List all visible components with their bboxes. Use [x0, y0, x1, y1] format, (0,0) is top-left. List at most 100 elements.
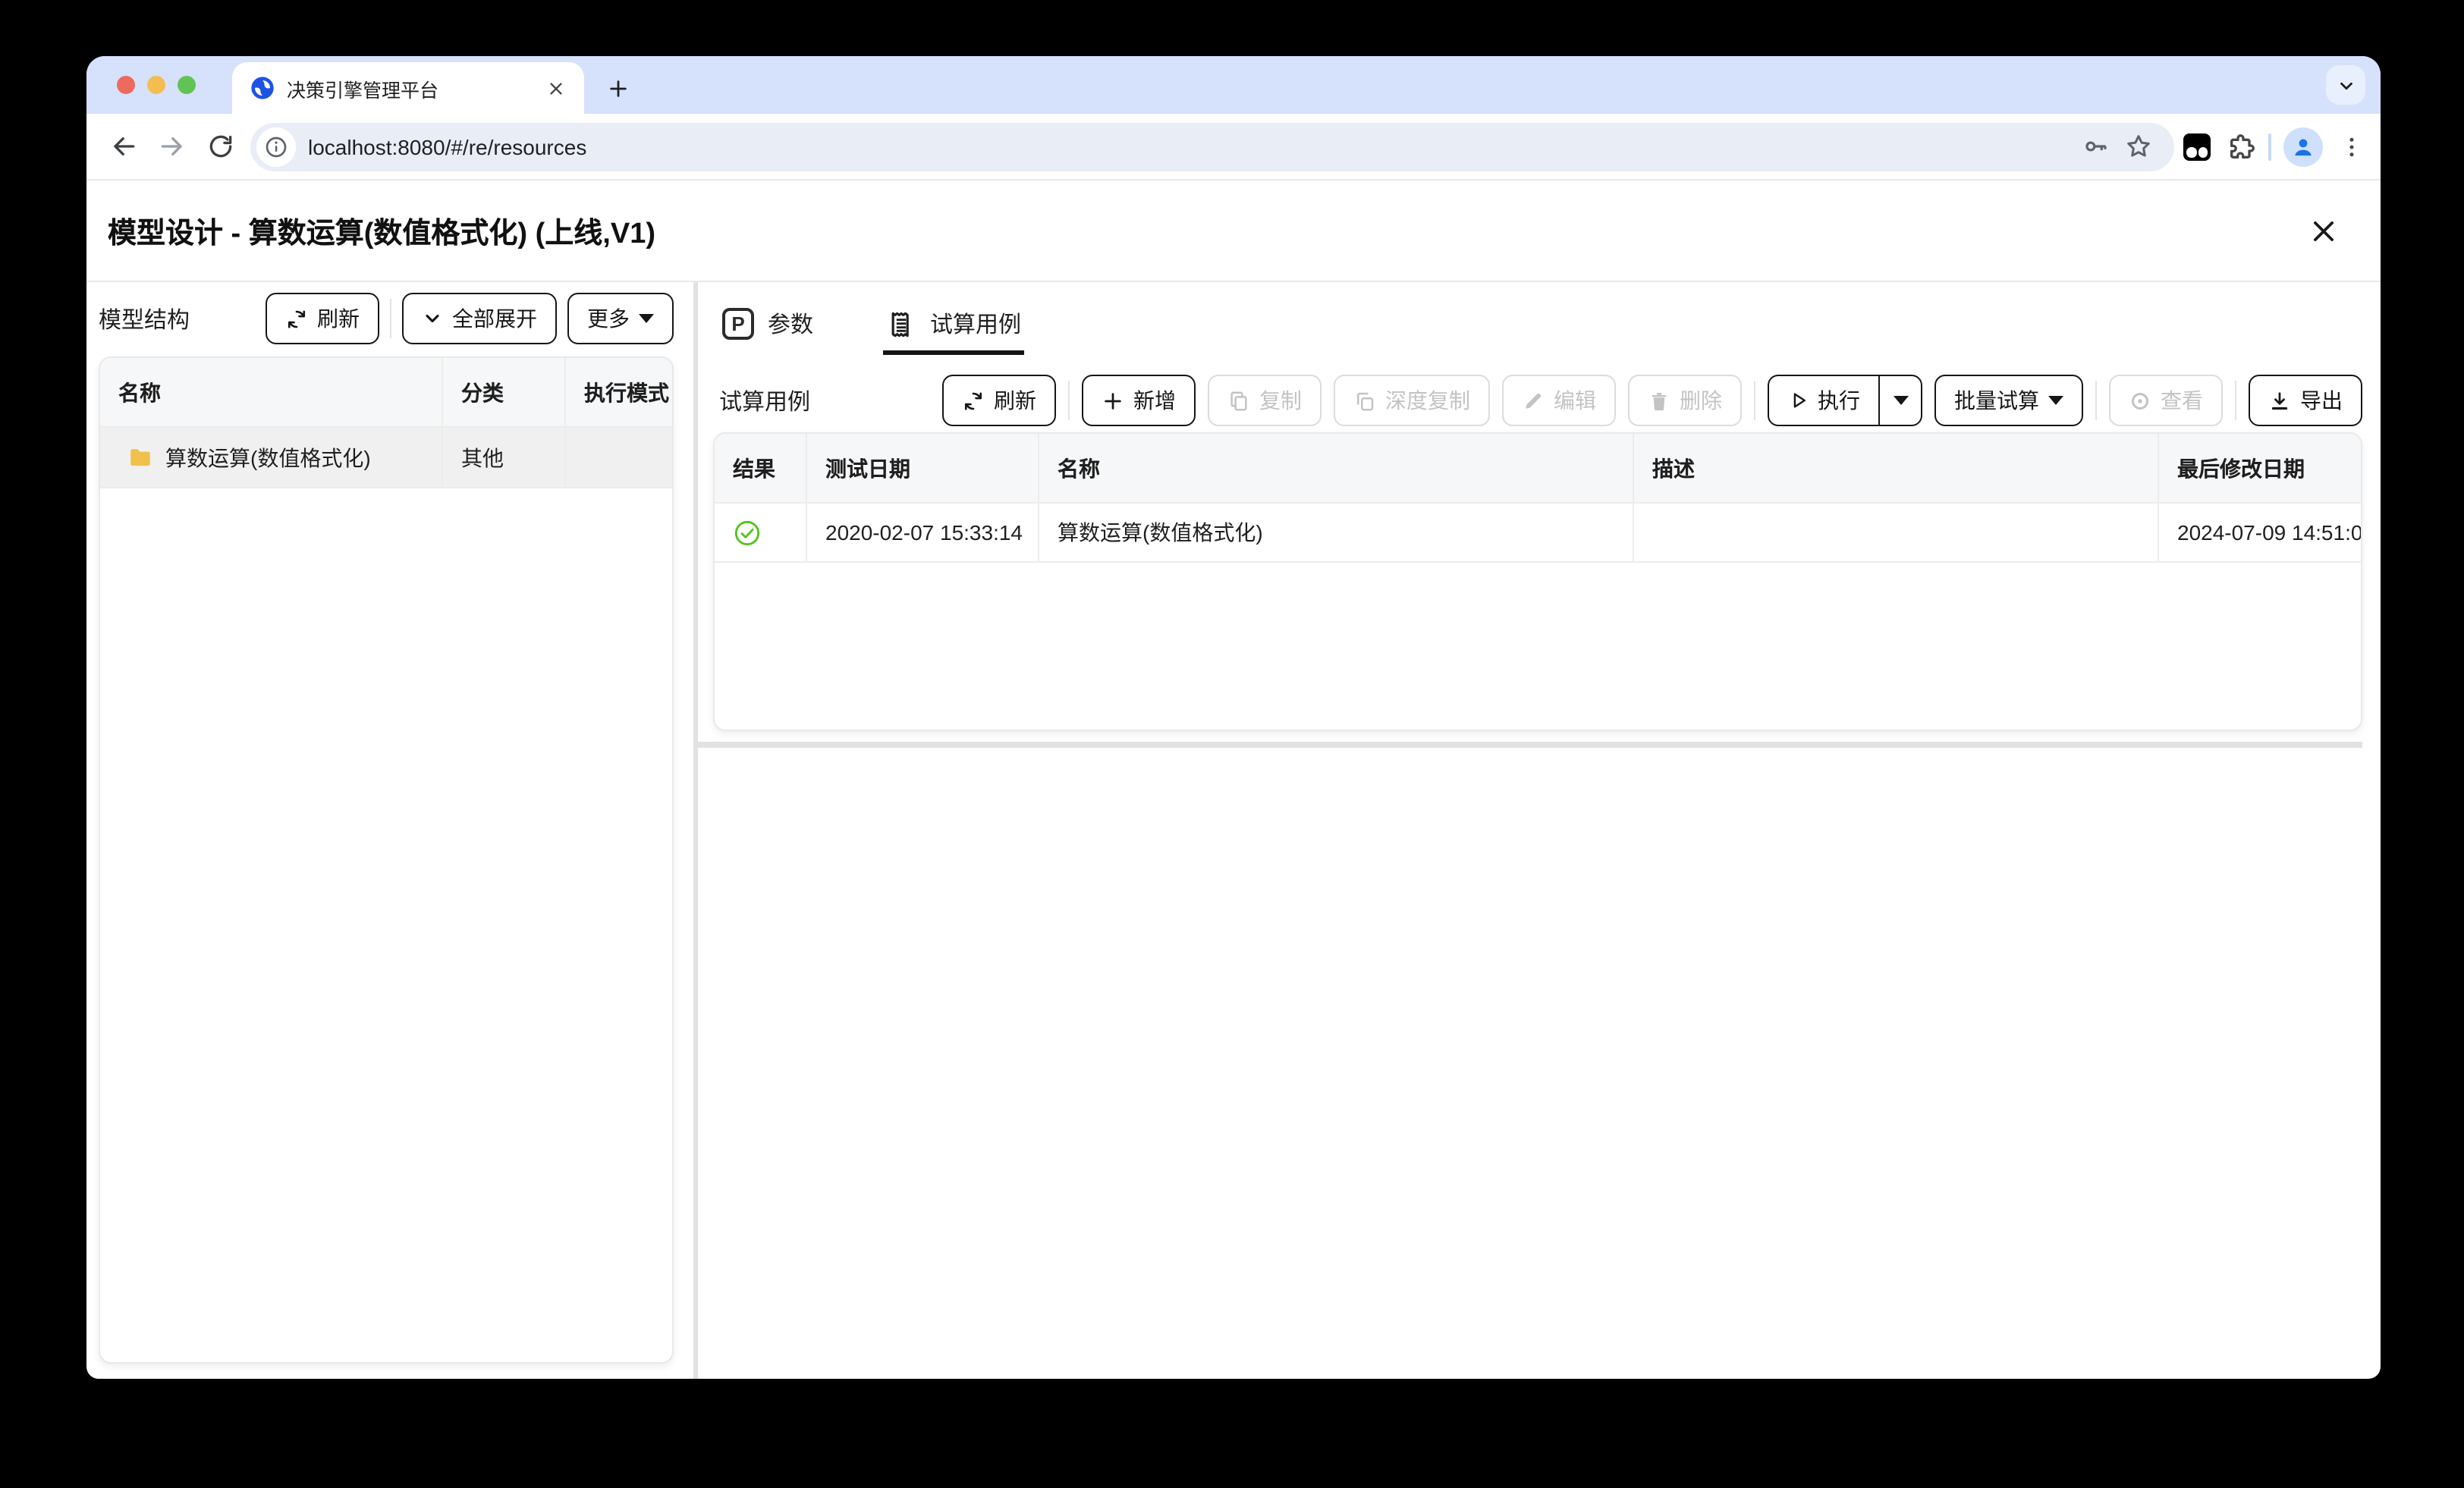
forward-icon: [157, 132, 186, 161]
download-icon: [2268, 389, 2291, 412]
refresh-cases-button[interactable]: 刷新: [942, 375, 1056, 426]
dialog-header: 模型设计 - 算数运算(数值格式化) (上线,V1): [86, 181, 2381, 282]
profile-button[interactable]: [2283, 127, 2323, 166]
column-last-modified: 最后修改日期: [2177, 456, 2305, 480]
view-icon: [2129, 389, 2151, 412]
tab-parameters-label: 参数: [768, 312, 814, 338]
deep-copy-label: 深度复制: [1385, 388, 1470, 413]
tab-title: 决策引擎管理平台: [287, 80, 439, 101]
browser-window: 决策引擎管理平台 localhost:8080/#/re/resources 模…: [86, 56, 2381, 1379]
test-case-toolbar: 试算用例 刷新 新增 复制 深度复制 编辑 删除 执行 批量试算 查看 导出: [719, 370, 2362, 431]
detail-panel: P 参数 试算用例 试算用例 刷新 新增 复制 深度复制 编辑 删除 执行 批量…: [698, 282, 2381, 1379]
browser-tab[interactable]: 决策引擎管理平台: [232, 62, 584, 114]
column-exec-mode: 执行模式: [584, 380, 669, 404]
forward-button[interactable]: [147, 122, 196, 171]
pinned-extension-button[interactable]: [2183, 133, 2211, 160]
refresh-icon: [962, 389, 985, 412]
expand-all-button[interactable]: 全部展开: [402, 293, 557, 344]
new-tab-button[interactable]: [596, 67, 639, 109]
case-test-date: 2020-02-07 15:33:14: [825, 520, 1023, 545]
pencil-icon: [1522, 389, 1545, 412]
play-icon: [1787, 390, 1809, 411]
close-window-button[interactable]: [117, 76, 135, 94]
column-result: 结果: [733, 456, 775, 480]
trash-icon: [1648, 389, 1670, 412]
column-name: 名称: [118, 380, 161, 404]
receipt-list-icon: [886, 309, 916, 339]
horizontal-splitter[interactable]: [698, 742, 2362, 748]
password-manager-button[interactable]: [2074, 125, 2117, 168]
refresh-tree-button[interactable]: 刷新: [266, 293, 379, 344]
batch-run-button[interactable]: 批量试算: [1934, 375, 2083, 426]
column-test-date: 测试日期: [825, 456, 910, 480]
folder-icon: [127, 444, 153, 470]
chevron-down-icon: [2336, 75, 2356, 95]
test-case-table: 结果 测试日期 名称 描述 最后修改日期 2020-02-07 15:33:14…: [713, 432, 2362, 731]
column-name: 名称: [1058, 456, 1100, 480]
button-group-divider: [2095, 381, 2097, 420]
case-table-row[interactable]: 2020-02-07 15:33:14 算数运算(数值格式化) 2024-07-…: [715, 504, 2361, 563]
delete-case-button[interactable]: 删除: [1628, 375, 1742, 426]
user-avatar-icon: [2290, 133, 2317, 160]
deep-copy-icon: [1353, 389, 1376, 412]
execute-split-button: 执行: [1768, 375, 1922, 426]
site-info-icon[interactable]: [256, 127, 296, 166]
tab-test-cases[interactable]: 试算用例: [883, 297, 1025, 355]
reload-button[interactable]: [196, 122, 244, 171]
extension-app-icon: [2183, 133, 2211, 160]
deep-copy-case-button[interactable]: 深度复制: [1334, 375, 1490, 426]
caret-down-icon: [2048, 396, 2063, 405]
key-icon: [2081, 132, 2110, 161]
zoom-window-button[interactable]: [178, 76, 196, 94]
browser-menu-button[interactable]: [2338, 133, 2365, 160]
url-text[interactable]: localhost:8080/#/re/resources: [308, 134, 2074, 159]
caret-down-icon: [639, 314, 654, 323]
export-button[interactable]: 导出: [2249, 375, 2362, 426]
tab-close-button[interactable]: [542, 74, 569, 102]
add-label: 新增: [1133, 388, 1176, 413]
minimize-window-button[interactable]: [147, 76, 165, 94]
dialog-close-button[interactable]: [2302, 209, 2344, 252]
url-bar[interactable]: localhost:8080/#/re/resources: [250, 122, 2174, 171]
copy-label: 复制: [1259, 388, 1302, 413]
model-structure-title: 模型结构: [99, 307, 190, 333]
button-group-divider: [390, 299, 391, 338]
edit-case-button[interactable]: 编辑: [1502, 375, 1616, 426]
detail-tabs: P 参数 试算用例: [719, 297, 1025, 355]
batch-run-label: 批量试算: [1954, 388, 2039, 413]
tree-table-header: 名称 分类 执行模式: [100, 358, 672, 428]
node-category: 其他: [461, 445, 504, 469]
execute-label: 执行: [1818, 388, 1860, 413]
kebab-menu-icon: [2338, 133, 2365, 160]
tab-strip: 决策引擎管理平台: [86, 56, 2381, 114]
favicon: [250, 76, 275, 100]
close-icon: [547, 80, 564, 96]
tree-table-row[interactable]: 算数运算(数值格式化) 其他: [100, 428, 672, 488]
plus-icon: [1102, 389, 1124, 412]
execute-dropdown-button[interactable]: [1878, 376, 1921, 425]
more-button[interactable]: 更多: [567, 293, 674, 344]
more-label: 更多: [587, 306, 630, 331]
back-button[interactable]: [99, 122, 147, 171]
column-description: 描述: [1652, 456, 1695, 480]
copy-icon: [1227, 389, 1250, 412]
button-group-divider: [2235, 381, 2236, 420]
tab-parameters[interactable]: P 参数: [719, 297, 816, 355]
tab-search-button[interactable]: [2326, 65, 2365, 105]
view-label: 查看: [2161, 388, 2203, 413]
bookmark-button[interactable]: [2117, 125, 2159, 168]
refresh-label: 刷新: [317, 306, 360, 331]
model-tree-table: 名称 分类 执行模式 算数运算(数值格式化) 其他: [99, 356, 674, 1364]
model-structure-panel: 模型结构 刷新 全部展开 更多 名称 分类 执行模式 算数运算(数值格式化) 其…: [86, 282, 693, 1379]
button-group-divider: [1754, 381, 1755, 420]
view-case-button[interactable]: 查看: [2109, 375, 2223, 426]
extensions-button[interactable]: [2226, 131, 2256, 162]
execute-button[interactable]: 执行: [1769, 376, 1878, 425]
copy-case-button[interactable]: 复制: [1208, 375, 1322, 426]
export-label: 导出: [2300, 388, 2343, 413]
caret-down-icon: [1893, 396, 1908, 405]
plus-icon: [606, 77, 629, 99]
add-case-button[interactable]: 新增: [1082, 375, 1196, 426]
expand-all-label: 全部展开: [452, 306, 537, 331]
puzzle-icon: [2226, 131, 2256, 162]
